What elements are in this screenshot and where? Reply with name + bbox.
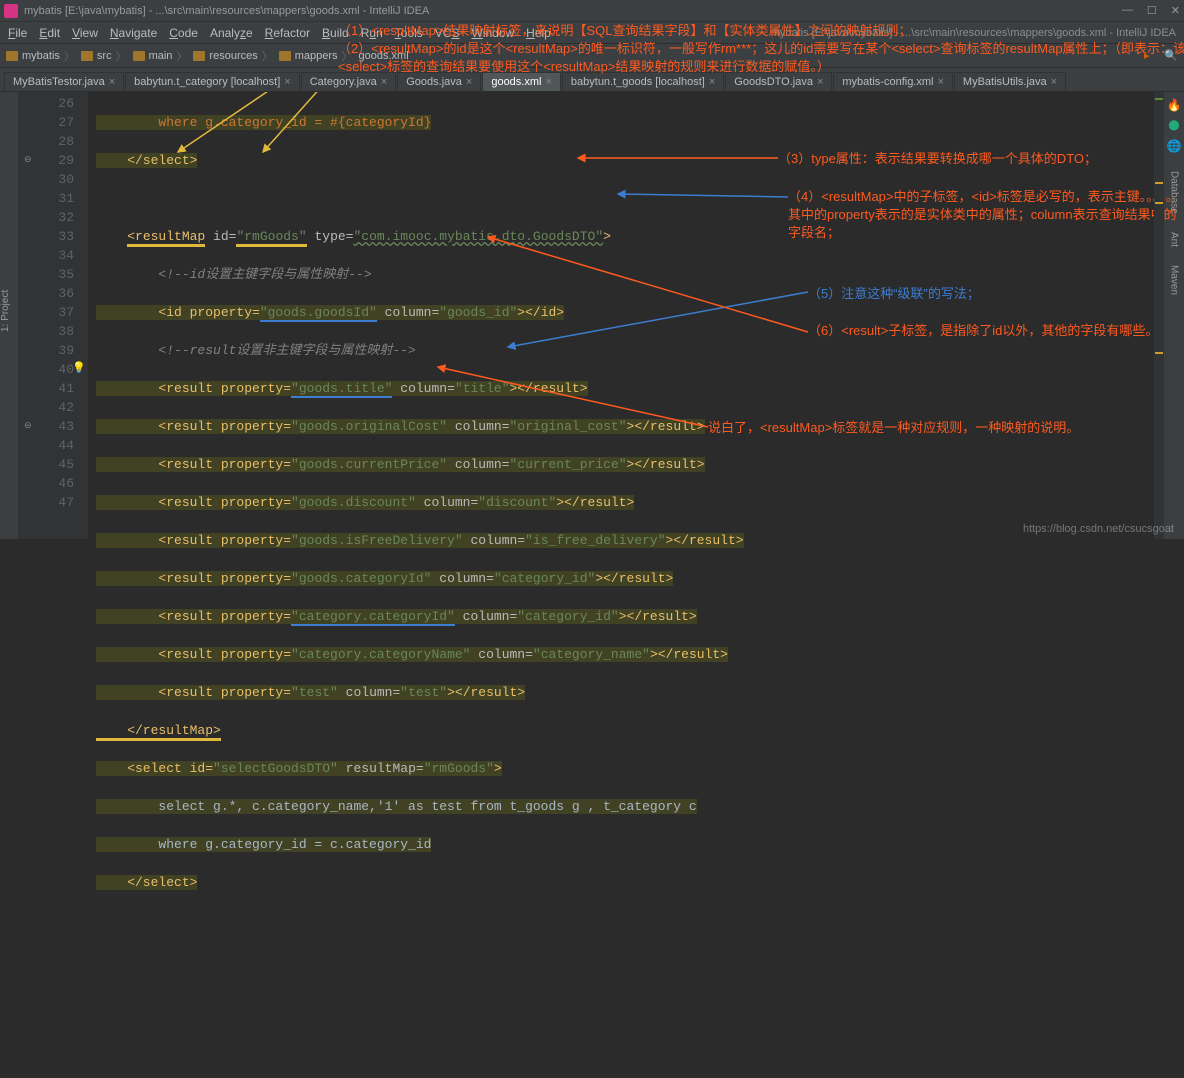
minimize-icon[interactable]: — (1122, 4, 1133, 17)
fold-icon[interactable]: ⊖ (24, 417, 32, 436)
annotation-7: 说白了，<resultMap>标签就是一种对应规则，一种映射的说明。 (708, 419, 1184, 437)
editor-tabs: MyBatisTestor.java× babytun.t_category [… (0, 68, 1184, 92)
tab-mybatisutils[interactable]: MyBatisUtils.java× (954, 72, 1066, 91)
crumb-resources[interactable]: resources〉 (193, 48, 272, 64)
window-title: mybatis [E:\java\mybatis] - ...\src\main… (24, 5, 1122, 17)
crumb-file[interactable]: goods.xml (359, 50, 409, 62)
right-tool-strip: 🔥 ⬤ 🌐 Database Ant Maven (1164, 92, 1184, 539)
annotation-6: （6）<result>子标签，是指除了id以外，其他的字段有哪些。 (808, 322, 1184, 340)
titlebar-path: mybatis [E:\java\mybatis] - ...\src\main… (771, 27, 1176, 39)
tab-goodsdto[interactable]: GoodsDTO.java× (725, 72, 832, 91)
menu-tools[interactable]: Tools (395, 26, 423, 40)
tab-babytun-category[interactable]: babytun.t_category [localhost]× (125, 72, 300, 91)
crumb-project[interactable]: mybatis〉 (6, 48, 75, 64)
crumb-main[interactable]: main〉 (133, 48, 188, 64)
code-line: where g.category_id = c.category_id (96, 837, 431, 852)
crumb-mappers[interactable]: mappers〉 (279, 48, 353, 64)
breadcrumb-bar: mybatis〉 src〉 main〉 resources〉 mappers〉 … (0, 44, 1184, 68)
menu-refactor[interactable]: Refactor (265, 26, 310, 40)
tab-mybatistestor[interactable]: MyBatisTestor.java× (4, 72, 124, 91)
tab-mybatis-config[interactable]: mybatis-config.xml× (833, 72, 953, 91)
code-line: where g.category_id = #{categoryId} (96, 115, 431, 130)
code-line: </select> (96, 153, 197, 168)
tab-goods-xml[interactable]: goods.xml× (482, 72, 561, 91)
tab-goods-java[interactable]: Goods.java× (397, 72, 481, 91)
code-comment: <!--result设置非主键字段与属性映射--> (96, 343, 416, 358)
tool-maven[interactable]: Maven (1169, 265, 1180, 295)
error-stripe[interactable] (1154, 92, 1164, 539)
annotation-5: （5）注意这种“级联”的写法； (808, 285, 1168, 303)
code-comment: <!--id设置主键字段与属性映射--> (96, 267, 372, 282)
menu-navigate[interactable]: Navigate (110, 26, 157, 40)
menu-vcs[interactable]: VCS (435, 26, 460, 40)
search-icon[interactable]: 🔍 (1164, 49, 1178, 63)
fold-icon[interactable]: ⊖ (24, 151, 32, 170)
titlebar: mybatis [E:\java\mybatis] - ...\src\main… (0, 0, 1184, 22)
ln: 26 (22, 94, 74, 113)
resultmap-close: </resultMap> (96, 723, 221, 741)
menu-file[interactable]: File (8, 26, 27, 40)
menu-window[interactable]: Window (471, 26, 514, 40)
app-icon (4, 4, 18, 18)
menu-analyze[interactable]: Analyze (210, 26, 253, 40)
annotation-3: （3）type属性：表示结果要转换成哪一个具体的DTO； (778, 150, 1178, 168)
code-line: </select> (96, 875, 197, 890)
menu-code[interactable]: Code (169, 26, 198, 40)
editor[interactable]: 26 27 28 ⊖29 30 31 32 33 34 35 36 37 38 … (18, 92, 1154, 539)
menu-build[interactable]: Build (322, 26, 349, 40)
menu-help[interactable]: Help (526, 26, 551, 40)
menubar: File Edit View Navigate Code Analyze Ref… (0, 22, 1184, 44)
crumb-src[interactable]: src〉 (81, 48, 127, 64)
resultmap-open: <resultMap (127, 229, 205, 247)
tool-ant[interactable]: Ant (1169, 232, 1180, 247)
line-gutter: 26 27 28 ⊖29 30 31 32 33 34 35 36 37 38 … (18, 92, 88, 539)
menu-view[interactable]: View (72, 26, 98, 40)
menu-edit[interactable]: Edit (39, 26, 60, 40)
annotation-4: （4）<resultMap>中的子标签，<id>标签是必写的，表示主键。。。。。… (788, 188, 1184, 243)
code-area[interactable]: where g.category_id = #{categoryId} </se… (88, 92, 752, 539)
menu-run[interactable]: Run (361, 26, 383, 40)
tab-babytun-goods[interactable]: babytun.t_goods [localhost]× (562, 72, 724, 91)
window-controls: — ☐ ✕ (1122, 4, 1180, 17)
run-config-icon[interactable]: ▸ (1144, 49, 1158, 63)
watermark: https://blog.csdn.net/csucsgoat (1023, 523, 1174, 535)
tab-category-java[interactable]: Category.java× (301, 72, 397, 91)
maximize-icon[interactable]: ☐ (1147, 4, 1157, 17)
close-icon[interactable]: ✕ (1171, 4, 1180, 17)
code-line: select g.*, c.category_name,'1' as test … (96, 799, 697, 814)
left-tool-strip: 1: Project 7: Structure (0, 92, 18, 539)
bulb-icon[interactable]: 💡 (72, 360, 86, 379)
tool-project[interactable]: 1: Project (0, 289, 11, 331)
tool-database[interactable]: Database (1169, 171, 1180, 214)
